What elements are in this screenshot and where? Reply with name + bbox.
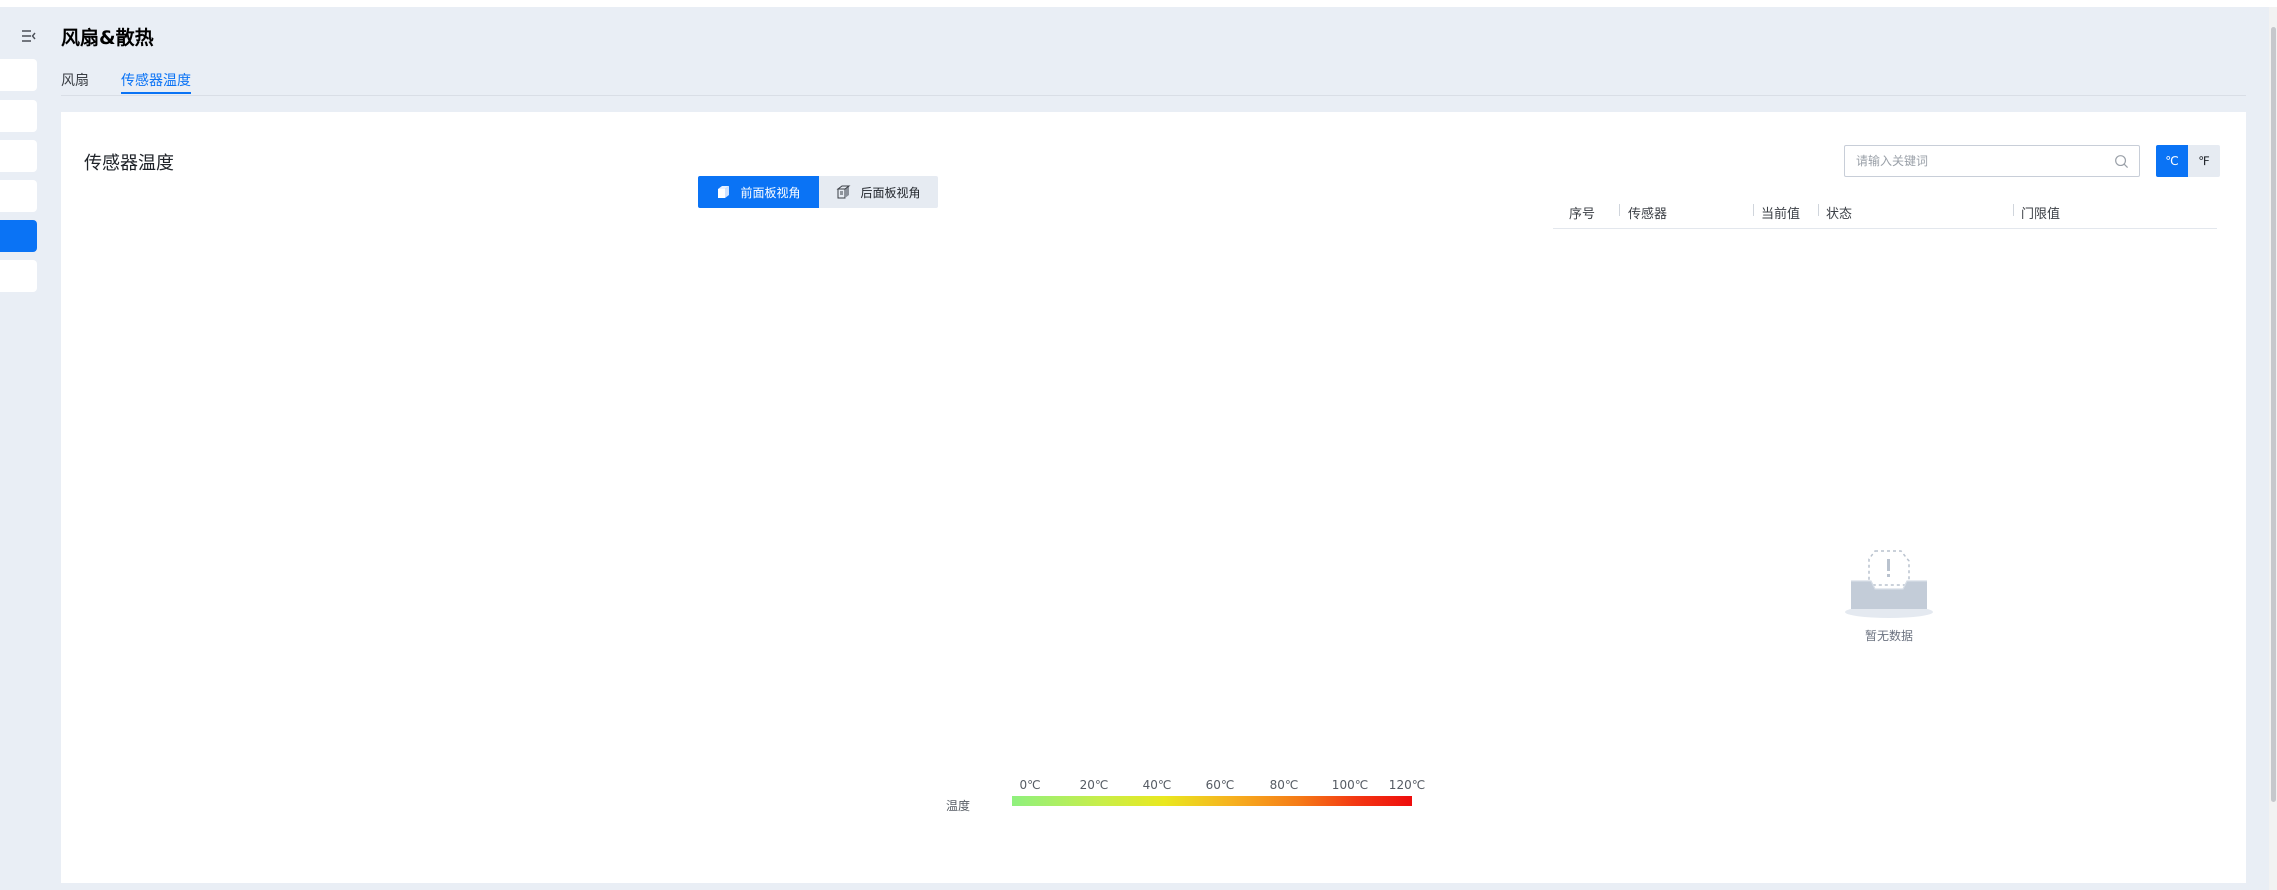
search-icon[interactable] bbox=[2114, 154, 2129, 169]
sidebar bbox=[0, 7, 38, 890]
column-header-threshold: 门限值 bbox=[2021, 207, 2061, 222]
legend-label: 温度 bbox=[946, 799, 971, 813]
column-divider bbox=[1619, 204, 1620, 216]
legend-tick: 80℃ bbox=[1269, 778, 1299, 792]
front-panel-view-label: 前面板视角 bbox=[740, 185, 801, 200]
scrollbar-thumb[interactable] bbox=[2271, 27, 2276, 802]
sidebar-item[interactable] bbox=[0, 140, 37, 172]
front-panel-icon bbox=[718, 186, 730, 198]
vertical-scrollbar[interactable] bbox=[2269, 7, 2277, 890]
tab-bar: 风扇 传感器温度 bbox=[61, 66, 2246, 96]
view-toggle: 前面板视角 后面板视角 bbox=[698, 176, 938, 208]
back-panel-view-button[interactable]: 后面板视角 bbox=[819, 176, 938, 208]
collapse-menu-icon[interactable] bbox=[20, 27, 38, 45]
legend-tick: 120℃ bbox=[1388, 778, 1426, 792]
column-divider bbox=[1818, 204, 1819, 216]
temperature-gradient-bar bbox=[1012, 796, 1412, 806]
main-card: 传感器温度 前面板视角 后面板视角 ℃ ℉ bbox=[61, 112, 2246, 883]
legend-tick: 40℃ bbox=[1142, 778, 1172, 792]
column-header-status: 状态 bbox=[1826, 207, 1853, 222]
column-header-sensor: 传感器 bbox=[1628, 207, 1668, 222]
card-title: 传感器温度 bbox=[84, 153, 174, 174]
celsius-unit-button[interactable]: ℃ bbox=[2156, 145, 2188, 177]
legend-tick: 20℃ bbox=[1079, 778, 1109, 792]
sidebar-item[interactable] bbox=[0, 59, 37, 91]
column-divider bbox=[2013, 204, 2014, 216]
sidebar-item[interactable] bbox=[0, 180, 37, 212]
sensor-table-header: 序号 传感器 当前值 状态 门限值 bbox=[1553, 192, 2217, 229]
column-header-current-value: 当前值 bbox=[1761, 207, 1801, 222]
empty-state-text: 暂无数据 bbox=[1864, 629, 1913, 643]
empty-inbox-icon bbox=[1845, 550, 1933, 618]
sidebar-item-active[interactable] bbox=[0, 220, 37, 252]
search-box[interactable] bbox=[1844, 145, 2140, 177]
column-header-index: 序号 bbox=[1569, 207, 1596, 222]
sidebar-item[interactable] bbox=[0, 100, 37, 132]
legend-tick: 0℃ bbox=[1019, 778, 1041, 792]
empty-state: 暂无数据 bbox=[1839, 545, 1939, 644]
legend-ticks: 0℃ 20℃ 40℃ 60℃ 80℃ 100℃ 120℃ bbox=[1004, 778, 1425, 792]
legend-tick: 100℃ bbox=[1331, 778, 1369, 792]
tab-sensor-temperature[interactable]: 传感器温度 bbox=[121, 70, 191, 90]
page-title: 风扇&散热 bbox=[61, 27, 154, 49]
temperature-legend: 温度 0℃ 20℃ 40℃ 60℃ 80℃ 100℃ 120℃ bbox=[946, 778, 1486, 828]
front-panel-view-button[interactable]: 前面板视角 bbox=[698, 176, 819, 208]
active-tab-indicator bbox=[121, 92, 191, 94]
sidebar-item[interactable] bbox=[0, 260, 37, 292]
back-panel-icon bbox=[836, 185, 851, 199]
column-divider bbox=[1753, 204, 1754, 216]
tab-fan[interactable]: 风扇 bbox=[61, 70, 89, 90]
search-input[interactable] bbox=[1845, 146, 2105, 176]
legend-tick: 60℃ bbox=[1205, 778, 1235, 792]
back-panel-view-label: 后面板视角 bbox=[860, 185, 921, 200]
fahrenheit-unit-button[interactable]: ℉ bbox=[2188, 145, 2220, 177]
